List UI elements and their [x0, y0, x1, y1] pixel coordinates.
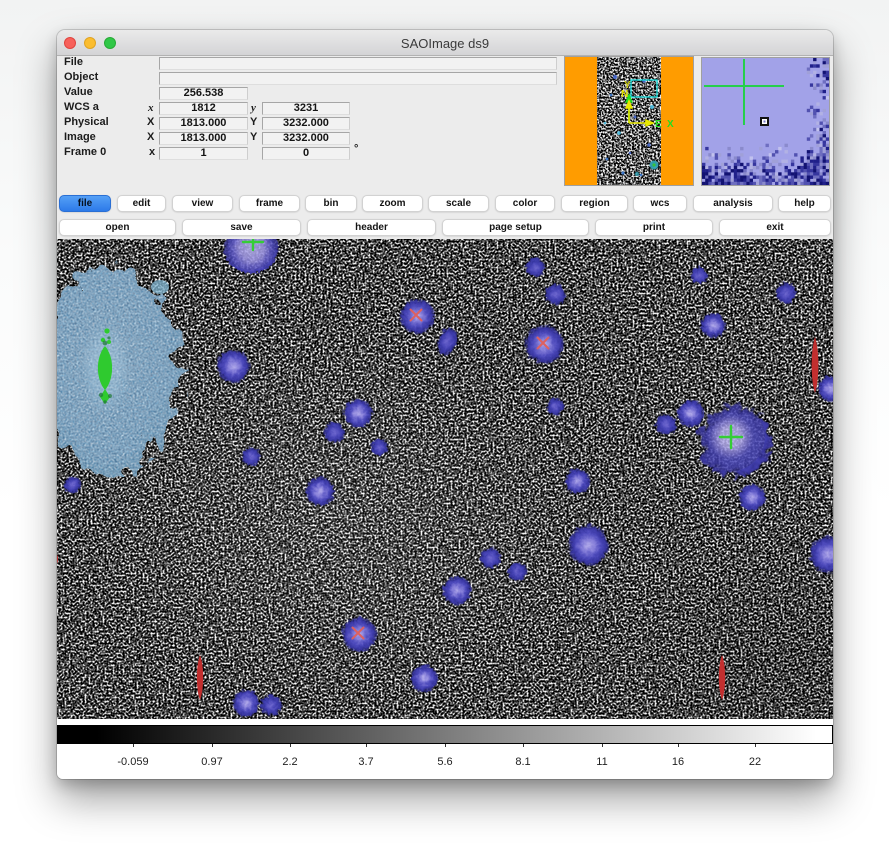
svg-text:E: E [655, 119, 662, 130]
svg-text:X: X [667, 119, 674, 130]
